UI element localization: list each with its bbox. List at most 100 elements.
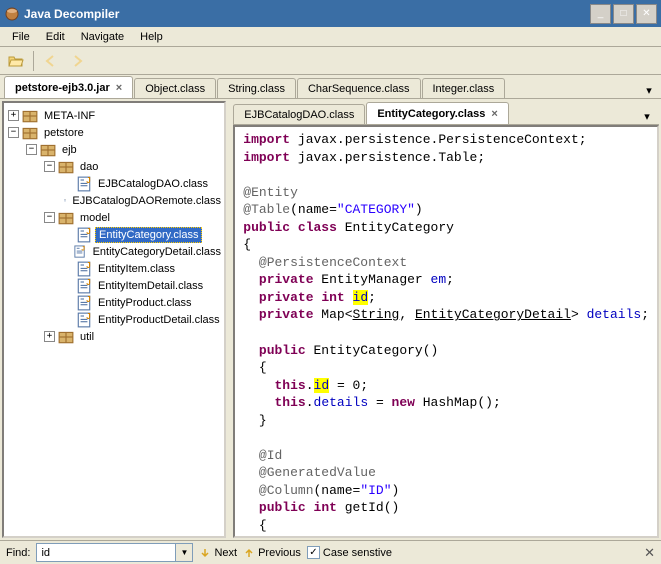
find-close-button[interactable]: ✕ — [644, 545, 655, 561]
tab-label: Object.class — [145, 83, 205, 95]
jar-tab[interactable]: Object.class — [134, 78, 216, 98]
tree-label: EntityProductDetail.class — [95, 313, 223, 327]
menu-edit[interactable]: Edit — [38, 29, 73, 45]
app-icon — [4, 6, 20, 22]
menu-help[interactable]: Help — [132, 29, 171, 45]
jar-tab-bar: petstore-ejb3.0.jar× Object.class String.c… — [0, 75, 661, 99]
class-file-icon: J — [76, 295, 92, 311]
tab-overflow-button[interactable]: ▾ — [641, 82, 657, 98]
editor-tab-bar: EJBCatalogDAO.classEntityCategory.class×… — [233, 101, 659, 125]
tree-package[interactable]: − dao — [4, 158, 224, 175]
class-file-icon: J — [76, 312, 92, 328]
tree-class[interactable]: JEntityItem.class — [4, 260, 224, 277]
package-tree[interactable]: +META-INF−petstore−ejb−daoJEJBCatalogDAO… — [2, 101, 226, 538]
collapse-icon[interactable]: − — [44, 212, 55, 223]
find-next-button[interactable]: Next — [199, 547, 237, 559]
close-button[interactable]: ✕ — [636, 4, 657, 24]
case-sensitive-checkbox[interactable]: ✓ Case senstive — [307, 546, 392, 559]
code-line: } — [243, 412, 649, 430]
class-file-icon: J — [73, 244, 86, 260]
editor-tab[interactable]: EJBCatalogDAO.class — [233, 104, 365, 124]
code-line: { — [243, 236, 649, 254]
editor-panel: EJBCatalogDAO.classEntityCategory.class×… — [233, 101, 659, 538]
code-line: private Map<String, EntityCategoryDetail… — [243, 306, 649, 324]
tree-class[interactable]: J EntityCategoryDetail.class — [4, 243, 224, 260]
tree-package[interactable]: + util — [4, 328, 224, 345]
package-icon — [22, 108, 38, 124]
tree-class[interactable]: J EntityItemDetail.class — [4, 277, 224, 294]
menu-file[interactable]: File — [4, 29, 38, 45]
collapse-icon[interactable]: − — [26, 144, 37, 155]
tree-label: model — [77, 211, 113, 225]
tree-label: dao — [77, 160, 101, 174]
collapse-icon[interactable]: − — [44, 161, 55, 172]
tab-label: String.class — [228, 83, 285, 95]
tree-class[interactable]: J EntityProduct.class — [4, 294, 224, 311]
class-file-icon: J — [76, 261, 92, 277]
toolbar — [0, 47, 661, 75]
class-file-icon: J — [76, 278, 92, 294]
close-icon[interactable]: × — [491, 108, 497, 120]
tree-class[interactable]: JEJBCatalogDAO.class — [4, 175, 224, 192]
code-line — [243, 166, 649, 184]
arrow-down-icon — [199, 547, 211, 559]
editor-tab-overflow-button[interactable]: ▾ — [639, 108, 655, 124]
forward-button[interactable] — [65, 49, 89, 73]
jar-tab[interactable]: String.class — [217, 78, 296, 98]
package-icon — [22, 125, 38, 141]
code-line: @Table(name="CATEGORY") — [243, 201, 649, 219]
find-dropdown-button[interactable]: ▼ — [176, 543, 193, 562]
minimize-button[interactable]: _ — [590, 4, 611, 24]
expand-icon[interactable]: + — [8, 110, 19, 121]
tree-label: util — [77, 330, 97, 344]
open-file-button[interactable] — [4, 49, 28, 73]
code-line: return this.id; — [243, 535, 649, 538]
checkbox-icon: ✓ — [307, 546, 320, 559]
tree-class[interactable]: J EntityCategory.class — [4, 226, 224, 243]
package-icon — [58, 329, 74, 345]
code-line: @PersistenceContext — [243, 254, 649, 272]
tree-package[interactable]: − ejb — [4, 141, 224, 158]
code-line — [243, 429, 649, 447]
svg-text:J: J — [86, 227, 90, 236]
code-editor[interactable]: import javax.persistence.PersistenceCont… — [233, 125, 659, 538]
arrow-left-icon — [43, 53, 59, 69]
close-icon[interactable]: × — [116, 82, 122, 94]
tree-label: EJBCatalogDAORemote.class — [69, 194, 224, 208]
code-line: { — [243, 517, 649, 535]
tree-class[interactable]: JEntityProductDetail.class — [4, 311, 224, 328]
svg-text:J: J — [86, 261, 90, 270]
editor-tab[interactable]: EntityCategory.class× — [366, 102, 508, 124]
svg-text:J: J — [86, 278, 90, 287]
tree-label: EntityItemDetail.class — [95, 279, 206, 293]
tree-package[interactable]: −petstore — [4, 124, 224, 141]
tree-label: ejb — [59, 143, 80, 157]
menu-navigate[interactable]: Navigate — [73, 29, 132, 45]
arrow-right-icon — [69, 53, 85, 69]
tree-class[interactable]: JEJBCatalogDAORemote.class — [4, 192, 224, 209]
tree-package[interactable]: +META-INF — [4, 107, 224, 124]
back-button[interactable] — [39, 49, 63, 73]
tree-label: EntityCategoryDetail.class — [90, 245, 224, 259]
code-line: private EntityManager em; — [243, 271, 649, 289]
collapse-icon[interactable]: − — [8, 127, 19, 138]
splitter[interactable] — [228, 99, 231, 540]
code-line: this.details = new HashMap(); — [243, 394, 649, 412]
tree-label: EntityCategory.class — [95, 227, 202, 243]
code-line: @Column(name="ID") — [243, 482, 649, 500]
find-input[interactable] — [36, 543, 176, 562]
tree-package[interactable]: − model — [4, 209, 224, 226]
code-line: public EntityCategory() — [243, 342, 649, 360]
tree-label: EntityProduct.class — [95, 296, 195, 310]
maximize-button[interactable]: □ — [613, 4, 634, 24]
jar-tab[interactable]: Integer.class — [422, 78, 506, 98]
svg-text:J: J — [86, 295, 90, 304]
jar-tab[interactable]: CharSequence.class — [297, 78, 421, 98]
jar-tab[interactable]: petstore-ejb3.0.jar× — [4, 76, 133, 98]
toolbar-separator — [33, 51, 34, 71]
find-bar: Find: ▼ Next Previous ✓ Case senstive ✕ — [0, 540, 661, 564]
find-previous-button[interactable]: Previous — [243, 547, 301, 559]
menu-bar: File Edit Navigate Help — [0, 27, 661, 47]
code-line: this.id = 0; — [243, 377, 649, 395]
expand-icon[interactable]: + — [44, 331, 55, 342]
